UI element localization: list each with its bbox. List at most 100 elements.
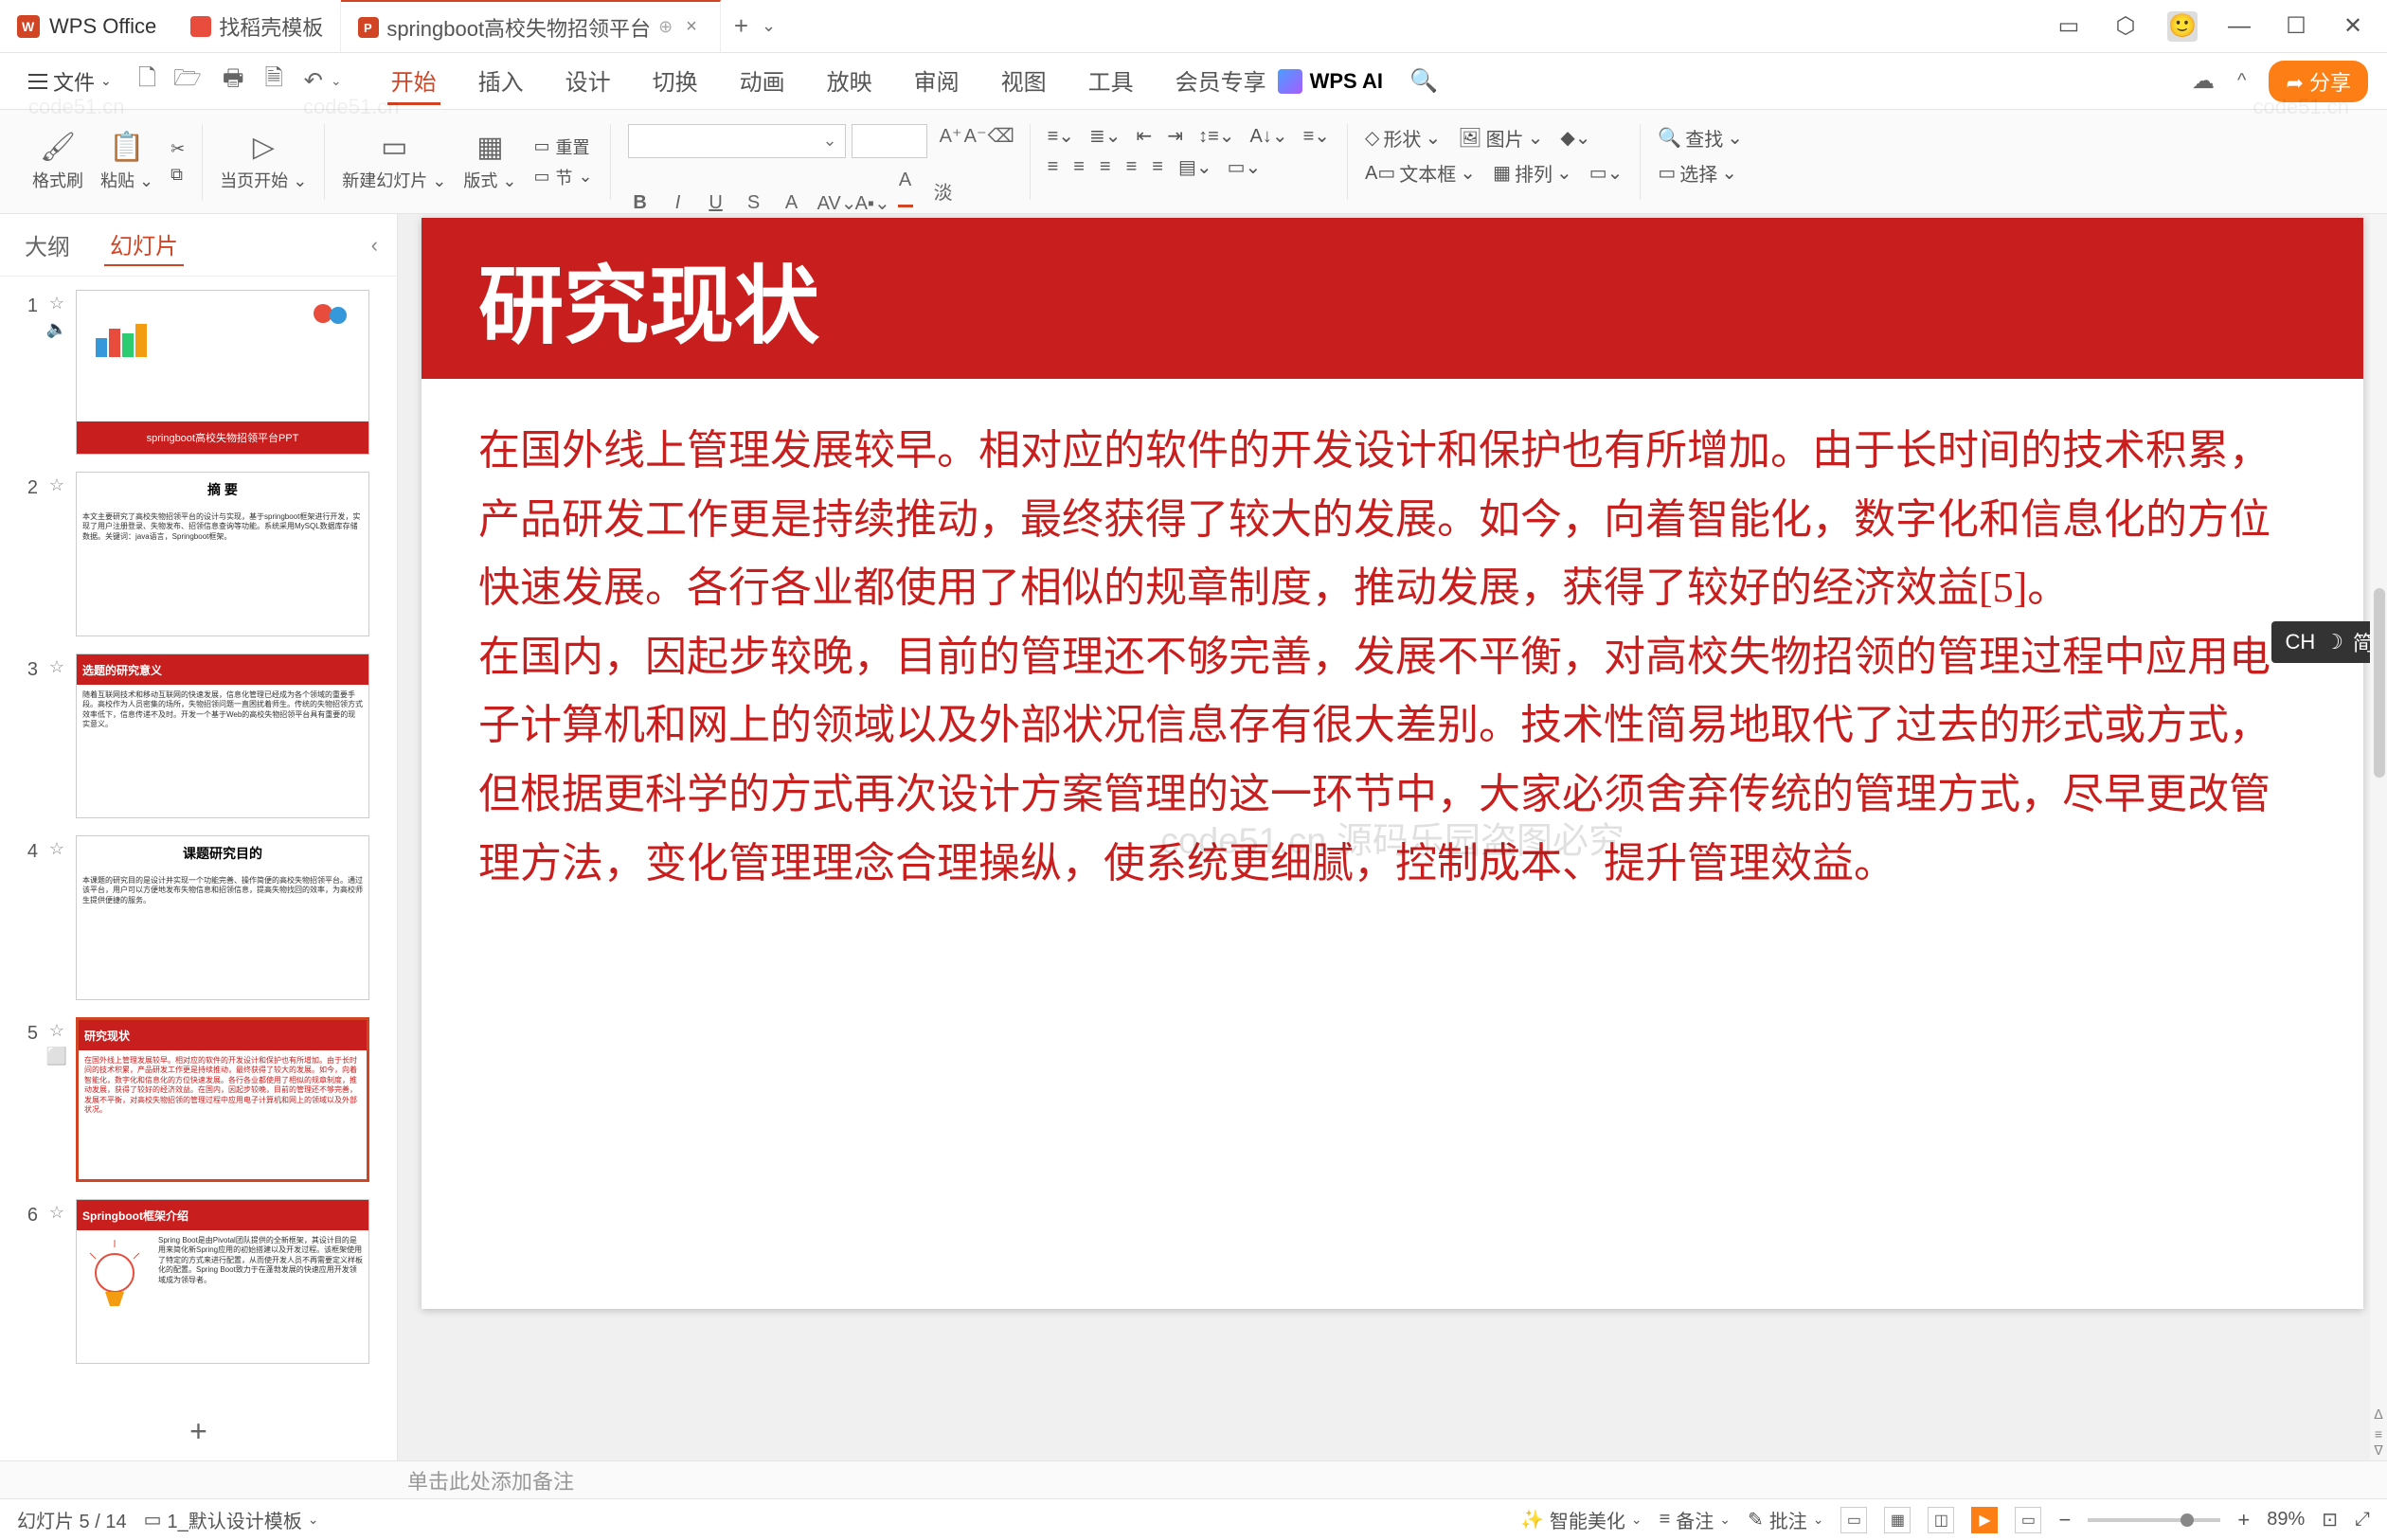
- slide-title-bar[interactable]: 研究现状: [422, 218, 2363, 379]
- image-button[interactable]: 🖼 图片 ⌄: [1458, 124, 1543, 152]
- collapse-ribbon-icon[interactable]: ^: [2237, 70, 2246, 92]
- app-tab[interactable]: W WPS Office: [0, 0, 173, 52]
- layout-button[interactable]: ▦ 版式 ⌄: [463, 132, 516, 192]
- play-current-button[interactable]: ▷ 当页开始 ⌄: [220, 132, 307, 192]
- view-present-button[interactable]: ▭: [2015, 1507, 2041, 1533]
- clear-format-icon[interactable]: ⌫: [988, 124, 1013, 158]
- align-right-button[interactable]: ≡: [1100, 155, 1111, 179]
- align-text-button[interactable]: ≡⌄: [1303, 124, 1330, 148]
- menutab-member[interactable]: 会员专享: [1172, 58, 1270, 105]
- underline-button[interactable]: U: [704, 192, 728, 214]
- menutab-view[interactable]: 视图: [997, 58, 1050, 105]
- italic-button[interactable]: I: [666, 192, 691, 214]
- shape-button[interactable]: ◇ 形状 ⌄: [1365, 124, 1441, 152]
- zoom-percent[interactable]: 89%: [2267, 1509, 2305, 1531]
- new-tab-button[interactable]: +: [721, 11, 762, 41]
- thumbnail-2[interactable]: 摘 要 本文主要研究了高校失物招领平台的设计与实现，基于springboot框架…: [76, 472, 369, 636]
- distribute-button[interactable]: ≡: [1152, 155, 1163, 179]
- sidetab-slides[interactable]: 幻灯片: [104, 224, 184, 266]
- bold-button[interactable]: B: [628, 192, 653, 214]
- align-left-button[interactable]: ≡: [1048, 155, 1059, 179]
- thumbnail-4[interactable]: 课题研究目的 本课题的研究目的是设计并实现一个功能完善、操作简便的高校失物招领平…: [76, 835, 369, 1000]
- star-icon[interactable]: ☆: [49, 475, 64, 495]
- thumbnail-1[interactable]: springboot高校失物招领平台PPT: [76, 290, 369, 455]
- font-size-select[interactable]: [852, 124, 927, 158]
- strike-button[interactable]: S: [742, 192, 766, 214]
- bullets-button[interactable]: ≡⌄: [1048, 124, 1074, 148]
- notes-toggle[interactable]: ≡ 备注 ⌄: [1660, 1506, 1731, 1533]
- increase-font-icon[interactable]: A⁺: [939, 124, 963, 158]
- slide-body-textbox[interactable]: 在国外线上管理发展较早。相对应的软件的开发设计和保护也有所增加。由于长时间的技术…: [422, 379, 2363, 936]
- review-toggle[interactable]: ✎ 批注 ⌄: [1748, 1506, 1824, 1533]
- zoom-in-button[interactable]: +: [2237, 1508, 2250, 1532]
- star-icon[interactable]: ☆: [49, 839, 64, 859]
- shadow-button[interactable]: A: [780, 192, 804, 214]
- tab-close-button[interactable]: ×: [680, 16, 703, 38]
- minimize-button[interactable]: —: [2224, 11, 2254, 42]
- zoom-out-button[interactable]: −: [2058, 1508, 2071, 1532]
- fill-color-button[interactable]: ◆⌄: [1560, 124, 1590, 152]
- menutab-review[interactable]: 审阅: [910, 58, 963, 105]
- thumbnail-5-selected[interactable]: 研究现状 在国外线上管理发展较早。相对应的软件的开发设计和保护也有所增加。由于长…: [76, 1017, 369, 1182]
- zoom-slider[interactable]: [2088, 1518, 2220, 1522]
- new-slide-button[interactable]: ▭ 新建幻灯片 ⌄: [342, 132, 446, 192]
- toolbar-print-icon[interactable]: 🖶: [223, 62, 244, 100]
- spacing-button[interactable]: AV⌄: [817, 191, 842, 215]
- zoom-handle[interactable]: [2181, 1513, 2194, 1527]
- decrease-font-icon[interactable]: A⁻: [963, 124, 988, 158]
- tab-template[interactable]: 找稻壳模板: [173, 0, 341, 52]
- toolbar-newdoc-icon[interactable]: 🗋: [138, 62, 156, 100]
- scroll-down-icon[interactable]: ᐁ: [2370, 1442, 2387, 1459]
- section-button[interactable]: ▭ 节 ⌄: [533, 165, 592, 189]
- vertical-scrollbar[interactable]: ᐃ ≡ ᐁ: [2370, 214, 2387, 1460]
- find-button[interactable]: 🔍 查找 ⌄: [1658, 124, 1743, 152]
- window-quickaccess-icon[interactable]: ▭: [2054, 11, 2084, 42]
- wpsai-button[interactable]: WPS AI: [1278, 69, 1383, 94]
- toolbar-preview-icon[interactable]: 🗎: [264, 62, 282, 100]
- cloud-sync-icon[interactable]: ☁: [2192, 67, 2215, 95]
- toolbar-undo-icon[interactable]: ↶: [304, 67, 323, 95]
- cut-button[interactable]: ✂: [170, 139, 185, 159]
- font-family-select[interactable]: ⌄: [628, 124, 846, 158]
- scroll-up-icon[interactable]: ᐃ: [2370, 1406, 2387, 1423]
- line-height-button[interactable]: ↕≡⌄: [1198, 124, 1234, 148]
- window-cube-icon[interactable]: ⬡: [2110, 11, 2141, 42]
- search-icon[interactable]: 🔍: [1409, 67, 1438, 95]
- star-icon[interactable]: ☆: [49, 1021, 64, 1041]
- numbering-button[interactable]: ≣⌄: [1089, 124, 1122, 148]
- select-button[interactable]: ▭ 选择 ⌄: [1658, 159, 1737, 187]
- slide-counter[interactable]: 幻灯片 5 / 14: [17, 1506, 127, 1533]
- share-button[interactable]: ➦ 分享: [2269, 61, 2368, 102]
- outline-color-button[interactable]: ▭⌄: [1589, 159, 1624, 187]
- menutab-insert[interactable]: 插入: [475, 58, 528, 105]
- menutab-start[interactable]: 开始: [387, 58, 440, 105]
- hamburger-menu[interactable]: 文件 ⌄: [19, 61, 121, 102]
- star-icon[interactable]: ☆: [49, 657, 64, 677]
- tab-dropdown[interactable]: ⌄: [762, 16, 776, 36]
- slide-canvas[interactable]: 研究现状 在国外线上管理发展较早。相对应的软件的开发设计和保护也有所增加。由于长…: [398, 214, 2387, 1460]
- menutab-slideshow[interactable]: 放映: [823, 58, 876, 105]
- scroll-thumb[interactable]: [2374, 588, 2385, 778]
- star-icon[interactable]: ☆: [49, 1203, 64, 1223]
- arrange-button[interactable]: ▦ 排列 ⌄: [1493, 159, 1572, 187]
- align-center-button[interactable]: ≡: [1073, 155, 1085, 179]
- collapse-panel-button[interactable]: ‹: [371, 233, 378, 258]
- highlight-button[interactable]: A▪⌄: [855, 191, 880, 215]
- avatar[interactable]: 🙂: [2167, 11, 2198, 42]
- columns-button[interactable]: ▤⌄: [1178, 155, 1212, 179]
- menutab-design[interactable]: 设计: [562, 58, 615, 105]
- add-slide-button[interactable]: +: [0, 1403, 397, 1460]
- align-justify-button[interactable]: ≡: [1126, 155, 1138, 179]
- notes-area[interactable]: 单击此处添加备注: [0, 1460, 2387, 1498]
- beautify-button[interactable]: ✨ 智能美化 ⌄: [1520, 1506, 1642, 1533]
- indent-more-button[interactable]: ⇥: [1167, 124, 1183, 148]
- paste-button[interactable]: 📋 粘贴 ⌄: [100, 132, 153, 192]
- convert-smartart-button[interactable]: ▭⌄: [1228, 155, 1262, 179]
- indent-less-button[interactable]: ⇤: [1137, 124, 1153, 148]
- template-indicator[interactable]: ▭ 1_默认设计模板 ⌄: [144, 1506, 319, 1533]
- close-window-button[interactable]: ✕: [2338, 11, 2368, 42]
- menutab-animation[interactable]: 动画: [736, 58, 789, 105]
- expand-button[interactable]: ⤢: [2355, 1509, 2370, 1531]
- thumbnail-3[interactable]: 选题的研究意义 随着互联网技术和移动互联网的快速发展，信息化管理已经成为各个领域…: [76, 654, 369, 818]
- fit-window-button[interactable]: ⊡: [2322, 1508, 2338, 1531]
